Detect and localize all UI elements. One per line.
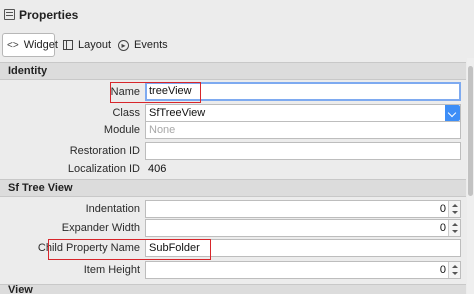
tab-events-label: Events (134, 39, 168, 51)
inspector-tabs: <> Widget Layout ▸ Events (0, 31, 474, 58)
vertical-scrollbar[interactable] (467, 58, 474, 294)
module-field[interactable]: None (145, 121, 461, 139)
localization-id-value: 406 (148, 163, 167, 175)
expander-width-label: Expander Width (61, 222, 140, 234)
class-combobox[interactable]: SfTreeView (145, 104, 461, 122)
stepper-arrows-icon[interactable] (448, 220, 460, 236)
section-header-sf-tree-view[interactable]: Sf Tree View (0, 179, 466, 197)
layout-icon (63, 40, 73, 50)
restoration-id-field[interactable] (145, 142, 461, 160)
panel-titlebar: Properties (0, 0, 474, 30)
section-header-identity[interactable]: Identity (0, 62, 466, 80)
properties-panel-icon (4, 9, 15, 20)
stepper-arrows-icon[interactable] (448, 201, 460, 217)
highlight-box-child-property (48, 239, 211, 260)
localization-id-label: Localization ID (67, 163, 140, 175)
item-height-stepper[interactable]: 0 (145, 261, 461, 279)
module-placeholder: None (149, 124, 176, 136)
section-header-view[interactable]: View (0, 284, 466, 294)
stepper-arrows-icon[interactable] (448, 262, 460, 278)
widget-icon: <> (7, 39, 19, 51)
module-label: Module (103, 124, 140, 136)
indentation-stepper[interactable]: 0 (145, 200, 461, 218)
highlight-box-name (110, 82, 201, 103)
tab-layout[interactable]: Layout (61, 33, 117, 57)
tab-events[interactable]: ▸ Events (116, 33, 180, 57)
class-value: SfTreeView (149, 107, 206, 119)
restoration-id-label: Restoration ID (69, 145, 140, 157)
indentation-label: Indentation (85, 203, 140, 215)
item-height-label: Item Height (83, 264, 140, 276)
class-label: Class (112, 107, 140, 119)
events-icon: ▸ (118, 39, 129, 51)
expander-width-stepper[interactable]: 0 (145, 219, 461, 237)
expander-width-value: 0 (439, 222, 446, 234)
indentation-value: 0 (439, 203, 446, 215)
tab-widget[interactable]: <> Widget (2, 33, 58, 57)
panel-title: Properties (19, 8, 79, 22)
scrollbar-thumb[interactable] (468, 66, 473, 196)
item-height-value: 0 (439, 264, 446, 276)
tab-widget-label: Widget (23, 39, 58, 51)
tab-layout-label: Layout (78, 39, 112, 51)
chevron-down-icon[interactable] (445, 105, 460, 121)
